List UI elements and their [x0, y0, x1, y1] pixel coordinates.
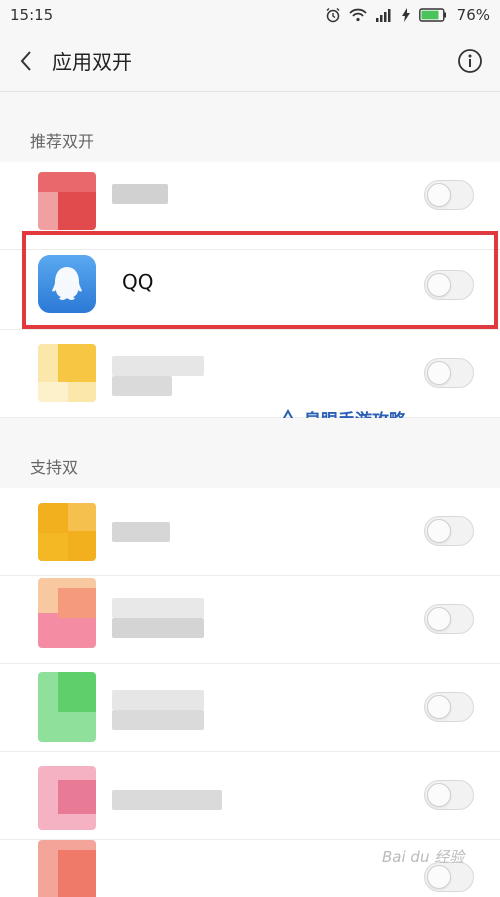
- app-name: QQ: [122, 270, 154, 294]
- baidu-watermark: Bai du 经验: [382, 848, 465, 866]
- section-header-supported: 支持双: [0, 418, 500, 488]
- battery-icon: [418, 8, 446, 22]
- app-name-blurred: [112, 618, 204, 638]
- page-title: 应用双开: [52, 50, 132, 74]
- toggle-knob: [427, 865, 451, 889]
- section-title-supported: 支持双: [30, 458, 79, 477]
- app-row[interactable]: [0, 576, 500, 664]
- app-name-blurred: [112, 790, 222, 810]
- app-name-blurred: [112, 184, 168, 204]
- toggle-knob: [427, 607, 451, 631]
- toggle-knob: [427, 273, 451, 297]
- toggle-knob: [427, 783, 451, 807]
- toggle-knob: [427, 183, 451, 207]
- alarm-icon: [326, 8, 340, 23]
- app-icon: [38, 578, 96, 648]
- app-name-blurred: [112, 522, 170, 542]
- toggle-knob: [427, 519, 451, 543]
- status-bar: 15:15 76%: [0, 0, 500, 30]
- qq-app-icon: [38, 255, 96, 313]
- section-title-recommended: 推荐双开: [30, 132, 95, 151]
- app-name-blurred: [112, 710, 204, 730]
- recommended-list: QQ: [0, 162, 500, 418]
- dual-app-toggle-qq[interactable]: [424, 270, 474, 300]
- app-row[interactable]: [0, 752, 500, 840]
- app-row-qq[interactable]: QQ: [0, 240, 500, 330]
- info-circle-icon: [458, 48, 482, 73]
- dual-app-toggle[interactable]: [424, 692, 474, 722]
- app-icon: [38, 840, 96, 897]
- app-name-blurred: [112, 690, 204, 710]
- status-time: 15:15: [10, 6, 54, 24]
- battery-percent: 76%: [456, 6, 490, 24]
- toggle-knob: [427, 361, 451, 385]
- app-row[interactable]: [0, 162, 500, 250]
- charging-icon: [401, 8, 410, 22]
- app-name-blurred: [112, 598, 204, 618]
- dual-app-toggle[interactable]: [424, 516, 474, 546]
- app-icon: [38, 672, 96, 742]
- app-icon: [38, 344, 96, 402]
- qq-penguin-icon: [38, 255, 96, 313]
- app-icon: [38, 766, 96, 830]
- back-button[interactable]: [0, 30, 52, 92]
- supported-list: [0, 488, 500, 897]
- app-name-blurred: [112, 356, 204, 376]
- dual-app-toggle[interactable]: [424, 604, 474, 634]
- app-icon: [38, 172, 96, 230]
- app-name-blurred: [112, 376, 172, 396]
- dual-app-toggle[interactable]: [424, 358, 474, 388]
- wifi-icon: [349, 8, 367, 22]
- title-bar: 应用双开: [0, 30, 500, 92]
- dual-app-toggle[interactable]: [424, 180, 474, 210]
- toggle-knob: [427, 695, 451, 719]
- app-row[interactable]: [0, 488, 500, 576]
- app-row[interactable]: [0, 330, 500, 418]
- info-button[interactable]: [440, 30, 500, 92]
- section-header-recommended: 推荐双开: [0, 92, 500, 162]
- status-icons: 76%: [325, 6, 490, 24]
- dual-app-toggle[interactable]: [424, 780, 474, 810]
- chevron-left-icon: [20, 50, 31, 71]
- app-row[interactable]: [0, 664, 500, 752]
- signal-icon: [375, 9, 391, 22]
- app-icon: [38, 503, 96, 561]
